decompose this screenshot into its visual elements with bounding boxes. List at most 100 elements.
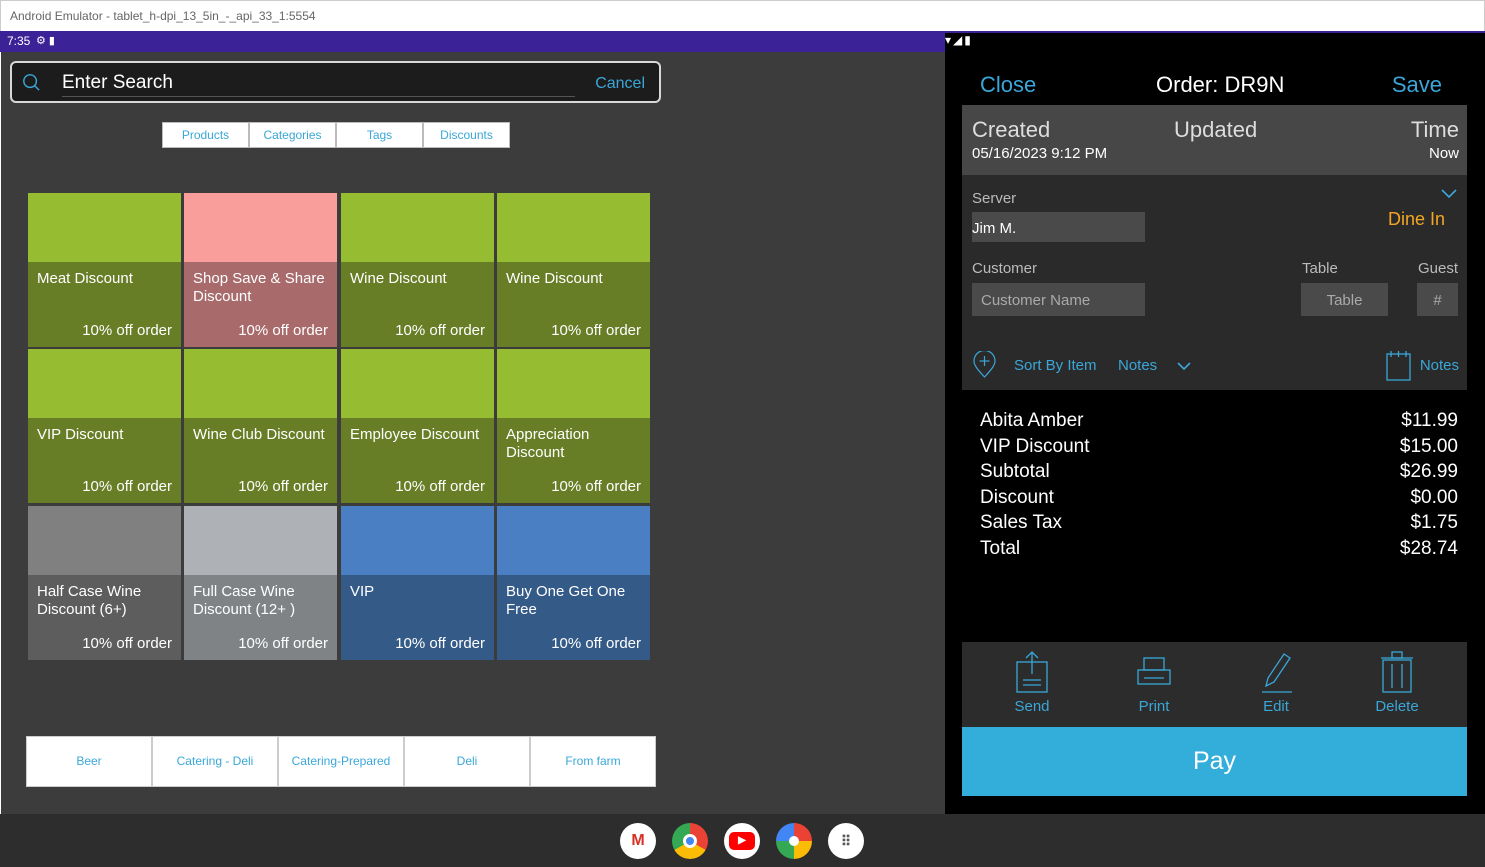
status-time: 7:35	[7, 34, 31, 48]
guest-field[interactable]: #	[1417, 283, 1458, 316]
server-field[interactable]: Jim M.	[972, 212, 1145, 242]
tile-color-swatch	[497, 506, 650, 575]
tab-categories[interactable]: Categories	[249, 122, 336, 148]
tile-subtitle: 10% off order	[82, 322, 172, 339]
search-input[interactable]: Enter Search	[62, 72, 173, 94]
chevron-down-icon[interactable]	[1441, 189, 1457, 199]
line-item[interactable]: Abita Amber $11.99	[980, 410, 1458, 436]
gmail-icon[interactable]: M	[620, 823, 656, 859]
customer-name-field[interactable]: Customer Name	[972, 283, 1145, 316]
tile-subtitle: 10% off order	[395, 478, 485, 495]
notepad-icon[interactable]	[1386, 350, 1411, 381]
add-location-icon[interactable]	[972, 351, 997, 379]
discount-tile[interactable]: Wine Club Discount 10% off order	[184, 349, 337, 503]
table-placeholder: Table	[1326, 292, 1363, 309]
tile-name: Shop Save & Share Discount	[193, 270, 325, 305]
close-button[interactable]: Close	[980, 72, 1036, 98]
discount-tile[interactable]: Shop Save & Share Discount 10% off order	[184, 193, 337, 347]
status-bar: 7:35 ⚙ ▮ ▾◢▮	[0, 31, 1485, 795]
discount-tile[interactable]: Wine Discount 10% off order	[497, 193, 650, 347]
customer-placeholder: Customer Name	[981, 292, 1091, 309]
category-from-farm[interactable]: From farm	[530, 736, 656, 787]
discount-tile[interactable]: Employee Discount 10% off order	[341, 349, 494, 503]
photos-icon[interactable]	[776, 823, 812, 859]
chevron-down-icon[interactable]	[1177, 362, 1191, 371]
discount-tile[interactable]: Buy One Get One Free 10% off order	[497, 506, 650, 660]
order-actions: Send Print Edit Delete	[962, 642, 1467, 727]
tile-body: Meat Discount 10% off order	[28, 262, 181, 347]
pay-button[interactable]: Pay	[962, 727, 1467, 796]
tab-discounts[interactable]: Discounts	[423, 122, 510, 148]
created-label: Created	[972, 117, 1051, 142]
tile-name: Meat Discount	[37, 270, 133, 287]
tile-body: Appreciation Discount 10% off order	[497, 418, 650, 503]
send-icon	[1016, 651, 1048, 693]
category-catering-deli[interactable]: Catering - Deli	[152, 736, 278, 787]
discount-tile[interactable]: VIP Discount 10% off order	[28, 349, 181, 503]
search-underline	[62, 96, 575, 97]
discount-tile[interactable]: Half Case Wine Discount (6+) 10% off orde…	[28, 506, 181, 660]
search-bar[interactable]: Enter Search Cancel	[10, 61, 661, 103]
trash-icon	[1381, 651, 1413, 693]
tile-color-swatch	[28, 349, 181, 418]
tile-color-swatch	[184, 349, 337, 418]
tile-name: VIP Discount	[37, 426, 124, 443]
edit-label: Edit	[1263, 698, 1289, 715]
tile-subtitle: 10% off order	[82, 635, 172, 652]
category-catering-prepared[interactable]: Catering-Prepared	[278, 736, 404, 787]
tile-name: Wine Discount	[350, 270, 447, 287]
printer-icon	[1137, 657, 1171, 685]
edit-button[interactable]: Edit	[1236, 650, 1316, 715]
order-lines: Abita Amber $11.99 VIP Discount $15.00 Sub…	[980, 410, 1458, 564]
app-drawer-icon[interactable]: ⠿	[828, 823, 864, 859]
tile-name: Employee Discount	[350, 426, 480, 443]
category-deli[interactable]: Deli	[404, 736, 530, 787]
time-value: Now	[1428, 145, 1459, 162]
tile-body: Shop Save & Share Discount 10% off order	[184, 262, 337, 347]
tile-body: Employee Discount 10% off order	[341, 418, 494, 503]
catalog-pane: Enter Search Cancel Products Categories …	[1, 52, 945, 814]
notes-button[interactable]: Notes	[1420, 357, 1459, 374]
discount-tile[interactable]: Full Case Wine Discount (12+ ) 10% off or…	[184, 506, 337, 660]
discount-row: Discount $0.00	[980, 486, 1458, 508]
dine-in-selector[interactable]: Dine In	[1388, 209, 1445, 230]
discount-tile[interactable]: Wine Discount 10% off order	[341, 193, 494, 347]
tab-tags[interactable]: Tags	[336, 122, 423, 148]
tile-body: Half Case Wine Discount (6+) 10% off orde…	[28, 575, 181, 660]
window-title: Android Emulator - tablet_h-dpi_13_5in_-…	[10, 9, 316, 23]
tile-subtitle: 10% off order	[395, 322, 485, 339]
discount-tile[interactable]: Meat Discount 10% off order	[28, 193, 181, 347]
table-field[interactable]: Table	[1301, 283, 1388, 316]
tile-color-swatch	[184, 506, 337, 575]
guest-label: Guest	[1417, 260, 1458, 277]
tile-name: Full Case Wine Discount (12+ )	[193, 583, 296, 618]
cancel-button[interactable]: Cancel	[595, 75, 645, 93]
sort-by-item-button[interactable]: Sort By Item	[1014, 357, 1097, 374]
tile-color-swatch	[341, 193, 494, 262]
notes-dropdown[interactable]: Notes	[1118, 357, 1157, 374]
send-label: Send	[1014, 698, 1050, 715]
created-value: 05/16/2023 9:12 PM	[972, 145, 1108, 162]
delete-label: Delete	[1375, 698, 1419, 715]
tile-color-swatch	[497, 193, 650, 262]
discount-tile[interactable]: VIP 10% off order	[341, 506, 494, 660]
print-label: Print	[1138, 698, 1170, 715]
youtube-icon[interactable]: ▶	[724, 823, 760, 859]
delete-button[interactable]: Delete	[1357, 650, 1437, 715]
tile-body: Full Case Wine Discount (12+ ) 10% off or…	[184, 575, 337, 660]
line-item[interactable]: VIP Discount $15.00	[980, 436, 1458, 462]
category-bar: Beer Catering - Deli Catering-Prepared D…	[26, 736, 656, 787]
save-button[interactable]: Save	[1392, 72, 1442, 98]
print-button[interactable]: Print	[1114, 650, 1194, 715]
sales-tax-row: Sales Tax $1.75	[980, 512, 1458, 534]
tile-subtitle: 10% off order	[238, 478, 328, 495]
order-details: Server Jim M. Dine In Customer Customer …	[962, 175, 1467, 390]
chrome-icon[interactable]	[672, 823, 708, 859]
send-button[interactable]: Send	[992, 650, 1072, 715]
discount-tile[interactable]: Appreciation Discount 10% off order	[497, 349, 650, 503]
tile-subtitle: 10% off order	[551, 635, 641, 652]
tile-name: Wine Club Discount	[193, 426, 325, 443]
tile-color-swatch	[341, 506, 494, 575]
tab-products[interactable]: Products	[162, 122, 249, 148]
category-beer[interactable]: Beer	[26, 736, 152, 787]
